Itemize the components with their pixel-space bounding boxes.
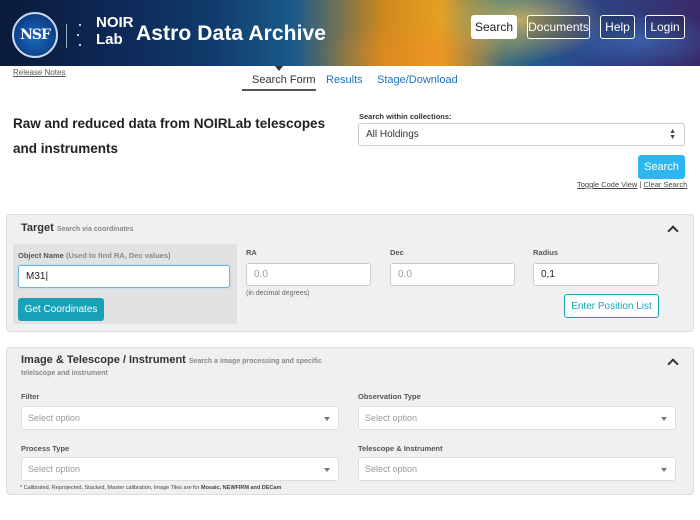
active-tab-underline: [242, 89, 316, 91]
object-name-input[interactable]: M31 |: [18, 265, 230, 288]
search-nav-button[interactable]: Search: [471, 15, 517, 39]
image-panel-title[interactable]: Image & Telescope / Instrument Search a i…: [21, 355, 351, 379]
tab-search-form[interactable]: Search Form: [252, 74, 316, 86]
nsf-logo[interactable]: NSF: [12, 12, 58, 58]
process-type-label: Process Type: [21, 444, 70, 453]
object-name-label: Object Name (Used to find RA, Dec values…: [18, 251, 171, 260]
dropdown-caret-icon: [324, 417, 330, 421]
radius-label: Radius: [533, 248, 559, 257]
noirlab-wordmark[interactable]: NOIR Lab: [96, 14, 134, 48]
ra-input[interactable]: 0.0: [246, 263, 371, 286]
collections-label: Search within collections:: [359, 112, 452, 121]
dec-input[interactable]: 0.0: [390, 263, 515, 286]
select-arrows-icon: ▲ ▼: [669, 128, 676, 141]
filter-select[interactable]: Select option: [21, 406, 339, 430]
dropdown-caret-icon: [324, 468, 330, 472]
help-nav-button[interactable]: Help: [600, 15, 635, 39]
login-nav-button[interactable]: Login: [645, 15, 685, 39]
ra-label: RA: [246, 248, 257, 257]
dropdown-caret-icon: [661, 468, 667, 472]
ra-units-note: (in decimal degrees): [246, 290, 310, 297]
enter-position-list-button[interactable]: Enter Position List: [564, 294, 659, 318]
dropdown-caret-icon: [661, 417, 667, 421]
target-panel-title[interactable]: Target Search via coordinates: [21, 222, 133, 234]
dec-label: Dec: [390, 248, 404, 257]
process-type-footnote: * Calibrated, Reprojected, Stacked, Mast…: [20, 485, 282, 491]
header-banner: NSF NOIR Lab Astro Data Archive Search D…: [0, 0, 700, 66]
tab-results[interactable]: Results: [326, 74, 363, 86]
toggle-code-view-link[interactable]: Toggle Code View: [577, 180, 637, 189]
search-button[interactable]: Search: [638, 155, 685, 179]
telescope-instrument-select[interactable]: Select option: [358, 457, 676, 481]
telescope-instrument-label: Telescope & Instrument: [358, 444, 443, 453]
search-links: Toggle Code View | Clear Search: [577, 180, 688, 189]
process-type-select[interactable]: Select option: [21, 457, 339, 481]
archive-title: Astro Data Archive: [136, 22, 327, 45]
tab-stage-download[interactable]: Stage/Download: [377, 74, 458, 86]
observation-type-select[interactable]: Select option: [358, 406, 676, 430]
clear-search-link[interactable]: Clear Search: [643, 180, 687, 189]
release-notes-link[interactable]: Release Notes: [13, 68, 65, 77]
filter-label: Filter: [21, 392, 40, 401]
observation-type-label: Observation Type: [358, 392, 421, 401]
active-tab-caret-icon: [275, 66, 283, 71]
collections-select[interactable]: All Holdings ▲ ▼: [358, 123, 685, 146]
documents-nav-button[interactable]: Documents: [527, 15, 590, 39]
radius-input[interactable]: 0,1: [533, 263, 659, 286]
page-headline: Raw and reduced data from NOIRLab telesc…: [13, 116, 326, 156]
get-coordinates-button[interactable]: Get Coordinates: [18, 298, 104, 321]
logo-divider: [66, 24, 67, 48]
